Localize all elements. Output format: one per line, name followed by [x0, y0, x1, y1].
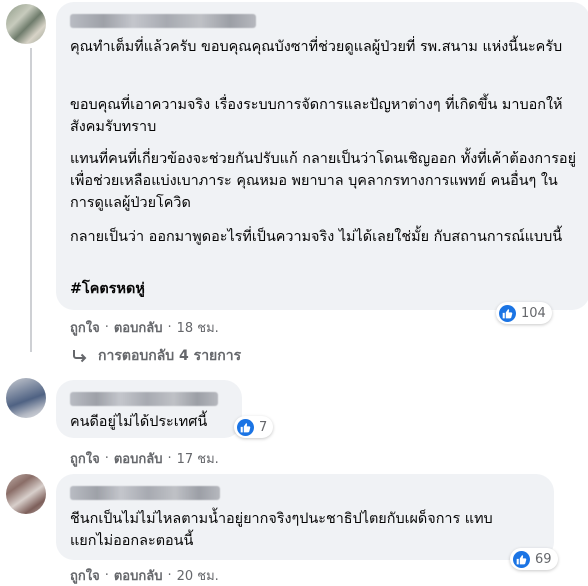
- reply-button[interactable]: ตอบกลับ: [114, 565, 163, 586]
- reaction-count[interactable]: 104: [496, 302, 552, 324]
- hashtag-link[interactable]: #โคตรหดหู่: [70, 278, 578, 300]
- separator: ·: [167, 568, 172, 583]
- comment-text: คุณทำเต็มที่แล้วครับ ขอบคุณคุณบังซาที่ช่…: [70, 39, 563, 55]
- author-name-blurred[interactable]: [70, 14, 256, 28]
- comment-text: กลายเป็นว่า ออกมาพูดอะไรที่เป็นความจริง …: [70, 229, 563, 245]
- comment-text: ชีนกเป็นไม่ไม่ไหลตามน้ำอยู่ยากจริงๆปนะชา…: [70, 511, 493, 549]
- reaction-count-value: 104: [521, 305, 546, 321]
- like-icon: [513, 550, 530, 568]
- avatar[interactable]: [6, 4, 46, 44]
- separator: ·: [167, 451, 172, 466]
- blurred-avatar-image: [6, 378, 46, 418]
- comment-actions: ถูกใจ · ตอบกลับ · 20 ชม.: [70, 565, 219, 586]
- like-icon: [499, 304, 516, 322]
- comment-text: คนดีอยู่ไม่ได้ประเทศนี้: [70, 414, 208, 430]
- author-name-blurred[interactable]: [70, 486, 220, 500]
- timestamp[interactable]: 17 ชม.: [177, 448, 219, 469]
- separator: ·: [104, 568, 109, 583]
- thread-line: [30, 48, 32, 352]
- like-icon: [237, 418, 254, 436]
- avatar[interactable]: [6, 378, 46, 418]
- comment-text: แทนที่คนที่เกี่ยวข้องจะช่วยกันปรับแก้ กล…: [70, 151, 577, 211]
- comment-bubble: คุณทำเต็มที่แล้วครับ ขอบคุณคุณบังซาที่ช่…: [56, 2, 588, 324]
- reaction-count-value: 7: [259, 419, 268, 435]
- comment-text: ขอบคุณที่เอาความจริง เรื่องระบบการจัดการ…: [70, 97, 563, 135]
- like-button[interactable]: ถูกใจ: [70, 565, 100, 586]
- author-name-blurred[interactable]: [70, 392, 218, 406]
- avatar[interactable]: [6, 474, 46, 514]
- comment-actions: ถูกใจ · ตอบกลับ · 18 ชม.: [70, 317, 219, 338]
- timestamp[interactable]: 18 ชม.: [177, 317, 219, 338]
- comment-actions: ถูกใจ · ตอบกลับ · 17 ชม.: [70, 448, 219, 469]
- reply-button[interactable]: ตอบกลับ: [114, 317, 163, 338]
- view-replies-label: การตอบกลับ 4 รายการ: [98, 348, 242, 364]
- like-button[interactable]: ถูกใจ: [70, 448, 100, 469]
- comment-bubble: คนดีอยู่ไม่ได้ประเทศนี้: [56, 380, 242, 438]
- blurred-avatar-image: [6, 474, 46, 514]
- like-button[interactable]: ถูกใจ: [70, 317, 100, 338]
- separator: ·: [104, 451, 109, 466]
- separator: ·: [104, 320, 109, 335]
- reply-button[interactable]: ตอบกลับ: [114, 448, 163, 469]
- reaction-count[interactable]: 7: [234, 416, 274, 438]
- reply-arrow-icon: [73, 350, 87, 363]
- comment-bubble: ชีนกเป็นไม่ไม่ไหลตามน้ำอยู่ยากจริงๆปนะชา…: [56, 474, 558, 570]
- view-replies-link[interactable]: การตอบกลับ 4 รายการ: [72, 345, 241, 367]
- separator: ·: [167, 320, 172, 335]
- reaction-count-value: 69: [535, 551, 552, 567]
- reaction-count[interactable]: 69: [510, 548, 558, 570]
- blurred-avatar-image: [6, 4, 46, 44]
- timestamp[interactable]: 20 ชม.: [177, 565, 219, 586]
